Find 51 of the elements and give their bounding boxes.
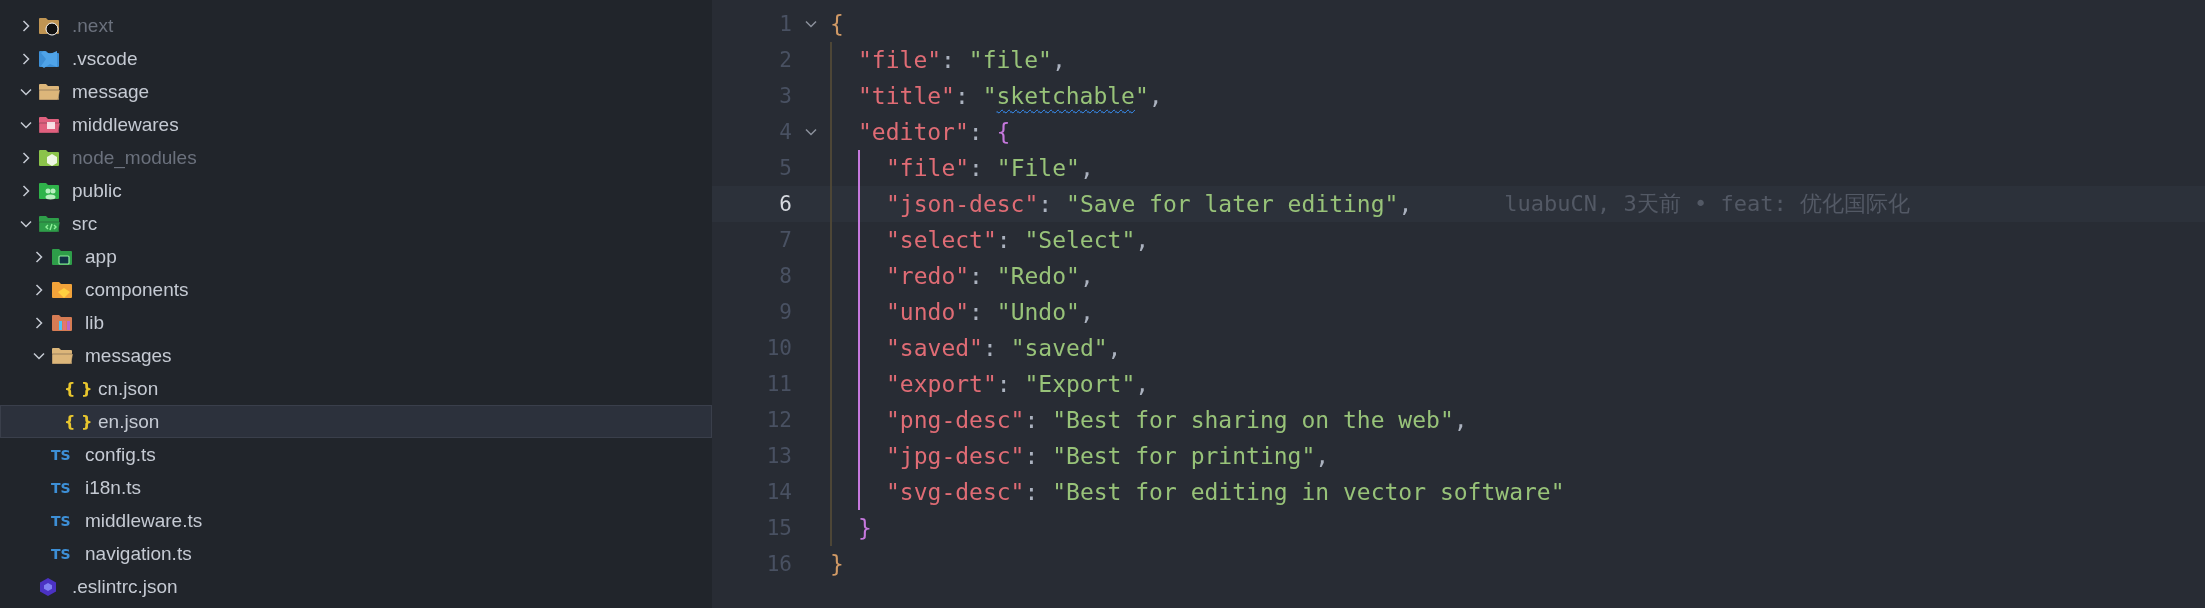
code-line: "jpg-desc": "Best for printing", [886,443,1330,469]
hexagon-icon [38,576,58,597]
folder-icon [38,180,62,201]
file-tree-item[interactable]: TS config.ts [0,438,712,471]
code-line: "saved": "saved", [886,335,1122,361]
folder-icon [51,246,75,267]
file-tree-item[interactable]: .eslintrc.json [0,570,712,603]
file-tree-item[interactable]: TS middleware.ts [0,504,712,537]
code-line: "file": "File", [886,155,1094,181]
code-line: "title": "sketchable", [858,83,1163,109]
folder-icon [51,345,75,366]
folder-icon [38,213,62,234]
code-line: "export": "Export", [886,371,1150,397]
file-tree-item[interactable]: app [0,240,712,273]
json-file-icon: { } [64,379,93,398]
file-tree-item[interactable]: middlewares [0,108,712,141]
typescript-file-icon: TS [51,545,71,562]
file-tree-item[interactable]: lib [0,306,712,339]
file-tree-item[interactable]: components [0,273,712,306]
code-line: "file": "file", [858,47,1066,73]
file-tree-item[interactable]: messages [0,339,712,372]
folder-icon [38,48,62,69]
folder-icon [38,15,62,36]
json-file-icon: { } [64,412,93,431]
file-tree-item[interactable]: .vscode [0,42,712,75]
file-tree-item[interactable]: TS navigation.ts [0,537,712,570]
file-tree-item[interactable]: src [0,207,712,240]
folder-icon [51,279,75,300]
file-tree-item[interactable]: public [0,174,712,207]
line-number: 6 [778,192,792,216]
code-line: "undo": "Undo", [886,299,1094,325]
code-line: "png-desc": "Best for sharing on the web", [886,407,1468,433]
file-tree-item[interactable]: message [0,75,712,108]
code-line: "svg-desc": "Best for editing in vector software" [886,479,1565,505]
typescript-file-icon: TS [51,479,71,496]
folder-icon [38,147,62,168]
code-line: "select": "Select", [886,227,1150,253]
file-tree-item[interactable]: { } cn.json [0,372,712,405]
folder-icon [38,81,62,102]
folder-icon [38,114,62,135]
typescript-file-icon: TS [51,512,71,529]
code-line: "editor": { [858,119,1011,145]
folder-icon [51,312,75,333]
code-line: { [830,11,844,37]
code-line: } [858,515,872,541]
code-line: "redo": "Redo", [886,263,1094,289]
file-tree-item[interactable]: { } en.json [0,405,712,438]
code-line: "json-desc": "Save for later editing", [886,191,1413,217]
typescript-file-icon: TS [51,446,71,463]
file-tree-item[interactable]: TS i18n.ts [0,471,712,504]
code-line: } [830,551,844,577]
